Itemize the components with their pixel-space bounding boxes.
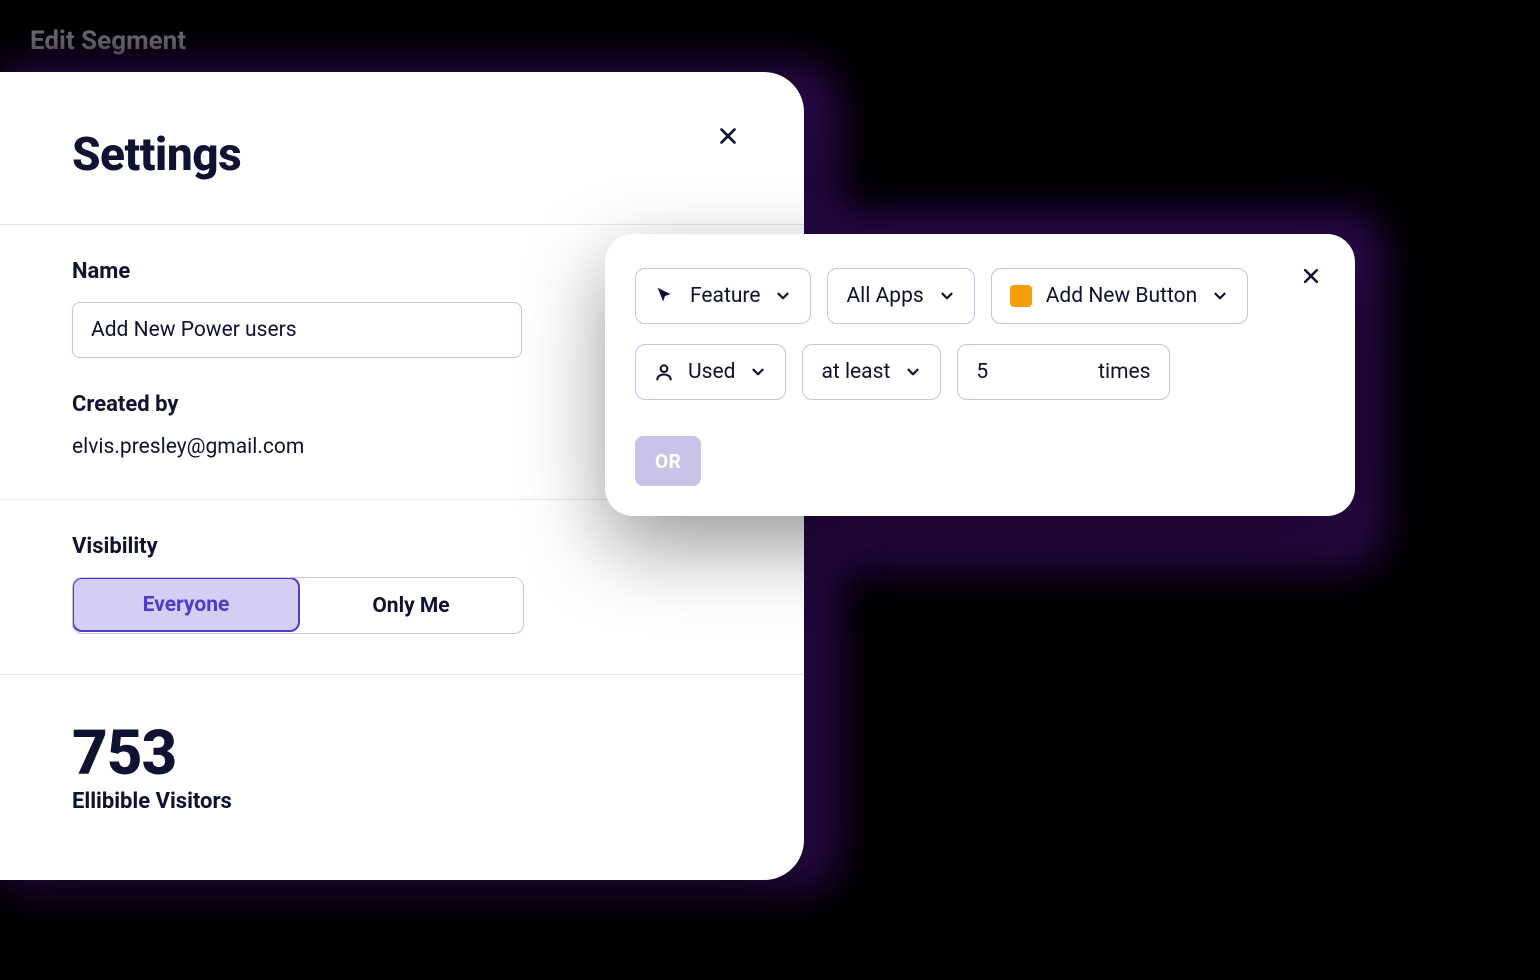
visibility-option-everyone[interactable]: Everyone	[72, 577, 300, 632]
visibility-label: Visibility	[72, 534, 732, 559]
chevron-down-icon	[749, 363, 767, 381]
feature-dropdown[interactable]: Add New Button	[991, 268, 1248, 324]
visibility-section: Visibility Everyone Only Me	[0, 500, 804, 675]
settings-header: Settings	[0, 72, 804, 225]
page-title: Edit Segment	[30, 26, 186, 56]
filter-type-dropdown[interactable]: Feature	[635, 268, 811, 324]
visibility-toggle: Everyone Only Me	[72, 577, 524, 634]
eligible-label: Ellibible Visitors	[72, 789, 732, 814]
or-button[interactable]: OR	[635, 436, 701, 486]
threshold-field[interactable]: 5 times	[957, 344, 1169, 400]
usage-verb-label: Used	[688, 360, 735, 384]
comparator-dropdown[interactable]: at least	[802, 344, 941, 400]
chevron-down-icon	[1211, 287, 1229, 305]
rule-panel: Feature All Apps Add New Button Used	[605, 234, 1355, 516]
close-icon	[717, 125, 739, 147]
rule-close-button[interactable]	[1297, 262, 1325, 290]
rule-row-2: Used at least 5 times	[635, 344, 1325, 400]
rule-row-1: Feature All Apps Add New Button	[635, 268, 1325, 324]
filter-type-label: Feature	[690, 284, 760, 308]
stat-section: 753 Ellibible Visitors	[0, 675, 804, 862]
settings-title: Settings	[72, 128, 732, 182]
comparator-label: at least	[821, 360, 890, 384]
chevron-down-icon	[774, 287, 792, 305]
chevron-down-icon	[938, 287, 956, 305]
cursor-icon	[654, 285, 676, 307]
name-input[interactable]	[72, 302, 522, 358]
eligible-count: 753	[72, 723, 732, 785]
user-icon	[654, 362, 674, 382]
usage-verb-dropdown[interactable]: Used	[635, 344, 786, 400]
feature-label: Add New Button	[1046, 284, 1197, 308]
visibility-option-only-me[interactable]: Only Me	[299, 578, 523, 633]
close-icon	[1301, 266, 1321, 286]
close-button[interactable]	[712, 120, 744, 152]
app-scope-label: All Apps	[846, 284, 923, 308]
threshold-value: 5	[976, 360, 988, 384]
chevron-down-icon	[904, 363, 922, 381]
app-scope-dropdown[interactable]: All Apps	[827, 268, 974, 324]
threshold-unit: times	[1098, 360, 1150, 384]
feature-color-swatch	[1010, 285, 1032, 307]
